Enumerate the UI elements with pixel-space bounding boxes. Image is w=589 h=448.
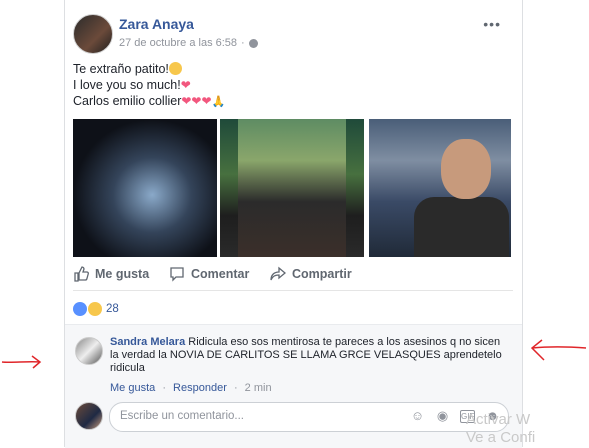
more-dots-icon[interactable]: ••• — [483, 16, 501, 32]
commenter-name[interactable]: Sandra Melara — [110, 336, 185, 348]
comments-section: Sandra Melara Ridicula eso sos mentirosa… — [65, 324, 522, 448]
share-button[interactable]: Compartir — [270, 266, 352, 282]
comment-actions: Me gusta · Responder · 2 min — [110, 382, 272, 394]
post-line-1: Te extraño patito! — [73, 61, 225, 77]
post-header: Zara Anaya 27 de octubre a las 6:58 · ••… — [73, 14, 513, 54]
globe-icon[interactable] — [248, 38, 258, 48]
like-reaction-icon — [73, 302, 87, 316]
comment-time[interactable]: 2 min — [245, 382, 272, 394]
post-line-2-text: I love you so much! — [73, 78, 181, 92]
reactions-summary[interactable]: 28 — [73, 302, 119, 316]
comment-input[interactable]: Escribe un comentario... ☺ ◉ GIF ☻ — [109, 402, 509, 432]
share-arrow-icon — [270, 266, 286, 281]
post-actions: Me gusta Comentar Compartir — [73, 262, 513, 291]
post-line-1-text: Te extraño patito! — [73, 62, 169, 76]
watermark-line-1: Activar W — [466, 411, 531, 428]
photo-3-face — [441, 139, 491, 199]
annotation-arrow-left — [1, 355, 42, 369]
thumbs-up-icon — [74, 266, 89, 282]
heart-icon: ❤ — [180, 78, 191, 92]
author-avatar[interactable] — [73, 14, 113, 54]
separator-dot: · — [162, 382, 166, 394]
post-line-2: I love you so much!❤ — [73, 77, 225, 93]
camera-icon[interactable]: ◉ — [435, 408, 450, 423]
author-name[interactable]: Zara Anaya — [119, 16, 194, 32]
post-line-3-text: Carlos emilio collier — [73, 94, 182, 108]
heart-icon: ❤❤❤ — [181, 94, 212, 108]
comment-like-link[interactable]: Me gusta — [110, 382, 155, 394]
photo-3-shirt — [414, 197, 509, 257]
post-meta: 27 de octubre a las 6:58 · — [119, 37, 258, 49]
like-label: Me gusta — [95, 267, 150, 281]
photo-grid — [73, 119, 511, 257]
watermark-line-2: Ve a Confi — [466, 429, 536, 446]
post-line-3: Carlos emilio collier❤❤❤🙏 — [73, 93, 225, 110]
annotation-arrow-right — [530, 339, 587, 361]
post-timestamp[interactable]: 27 de octubre a las 6:58 — [119, 37, 237, 49]
sad-reaction-icon — [88, 302, 102, 316]
separator-dot: · — [233, 382, 238, 394]
post-card: Zara Anaya 27 de octubre a las 6:58 · ••… — [64, 0, 523, 448]
like-button[interactable]: Me gusta — [73, 266, 149, 282]
reaction-count: 28 — [106, 303, 119, 315]
photo-1[interactable] — [73, 119, 217, 257]
praying-hands-icon: 🙏 — [211, 96, 226, 108]
photo-2[interactable] — [220, 119, 364, 257]
comment-reply-link[interactable]: Responder — [173, 382, 227, 394]
commenter-avatar[interactable] — [75, 337, 103, 365]
current-user-avatar — [75, 402, 103, 430]
comment-body: Sandra Melara Ridicula eso sos mentirosa… — [110, 336, 510, 375]
separator-dot: · — [241, 37, 245, 49]
post-text: Te extraño patito! I love you so much!❤ … — [73, 61, 225, 110]
sad-face-icon — [168, 62, 182, 75]
activation-watermark: Activar W Ve a Confi — [466, 411, 535, 447]
comment-bubble-icon — [170, 267, 184, 282]
comment-input-placeholder: Escribe un comentario... — [120, 410, 245, 422]
emoji-icon[interactable]: ☺ — [410, 408, 425, 423]
photo-3[interactable] — [369, 119, 511, 257]
comment-button[interactable]: Comentar — [169, 266, 249, 282]
comment-label: Comentar — [191, 267, 250, 281]
share-label: Compartir — [292, 267, 352, 281]
photo-2-content — [238, 119, 346, 257]
